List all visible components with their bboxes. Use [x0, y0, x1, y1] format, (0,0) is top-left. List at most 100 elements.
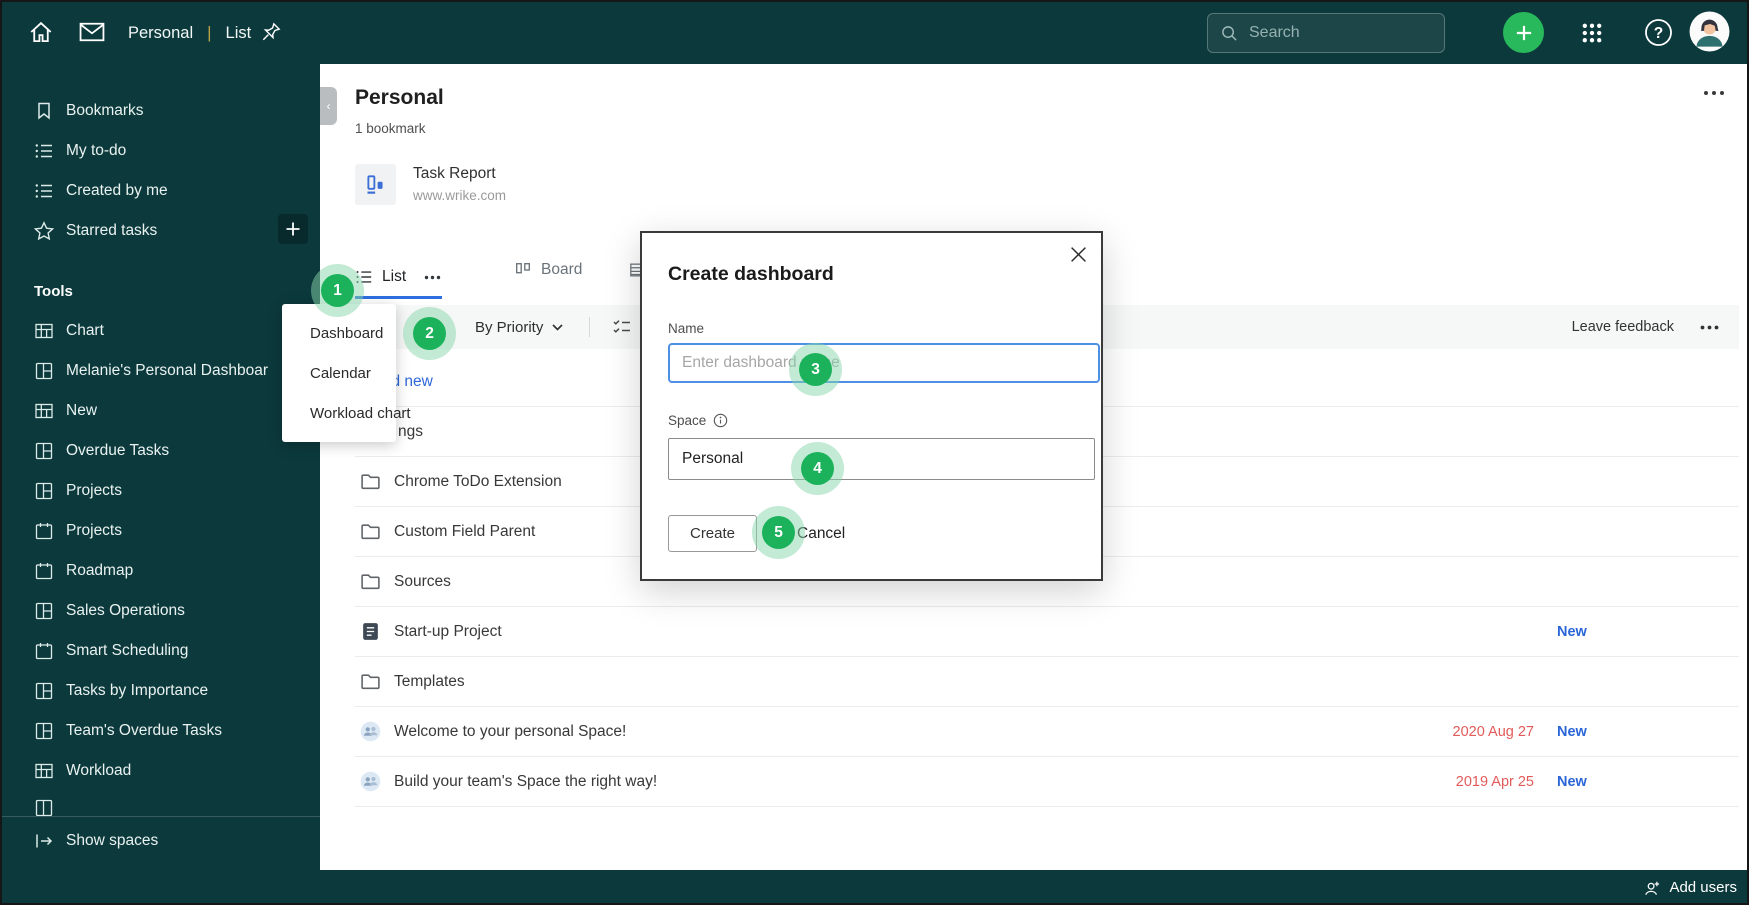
tab-board[interactable]: Board: [514, 261, 582, 279]
dashboard-name-input[interactable]: [668, 343, 1100, 383]
sidebar-item-bookmarks[interactable]: Bookmarks: [2, 91, 320, 131]
sidebar-item-roadmap[interactable]: Roadmap: [2, 551, 320, 591]
sidebar-item-label: Starred tasks: [66, 222, 158, 239]
tab-options-icon[interactable]: [424, 275, 441, 280]
search-input[interactable]: Search: [1207, 13, 1445, 53]
leave-feedback-link[interactable]: Leave feedback: [1572, 319, 1674, 335]
show-spaces-button[interactable]: Show spaces: [2, 821, 320, 861]
sidebar-item-sales-operations[interactable]: Sales Operations: [2, 591, 320, 631]
sidebar-item-chart[interactable]: Chart: [2, 311, 320, 351]
sidebar-item-projects-calendar[interactable]: Projects: [2, 511, 320, 551]
list-item[interactable]: Welcome to your personal Space! 2020 Aug…: [355, 707, 1739, 757]
tools-section-header: Tools: [34, 282, 73, 300]
pin-icon[interactable]: [260, 21, 282, 43]
breadcrumb-view[interactable]: List: [226, 24, 252, 43]
sidebar-item-created-by-me[interactable]: Created by me: [2, 171, 320, 211]
todo-list-icon: [34, 181, 54, 201]
page-title: Personal: [355, 86, 444, 109]
sidebar-item-partially-hidden[interactable]: [2, 791, 320, 816]
breadcrumb: Personal | List: [128, 2, 251, 64]
sidebar-item-label: Sales Operations: [66, 602, 185, 619]
list-item[interactable]: Build your team's Space the right way! 2…: [355, 757, 1739, 807]
sidebar-item-label: Chart: [66, 322, 104, 339]
sidebar-item-label: Projects: [66, 482, 122, 499]
space-select[interactable]: Personal: [668, 438, 1095, 480]
sidebar-item-my-todo[interactable]: My to-do: [2, 131, 320, 171]
bookmark-count: 1 bookmark: [355, 121, 426, 136]
tab-list[interactable]: List: [355, 268, 441, 286]
toolbar-right: Leave feedback: [1572, 319, 1739, 335]
collapse-sidebar-tab[interactable]: ‹: [320, 87, 337, 125]
name-field-label: Name: [668, 321, 705, 336]
inbox-icon[interactable]: [78, 20, 106, 44]
sidebar: Bookmarks My to-do Created by me Starred…: [2, 64, 320, 861]
annotation-badge-3: 3: [799, 353, 832, 386]
sidebar-item-projects-dashboard[interactable]: Projects: [2, 471, 320, 511]
sort-by-dropdown[interactable]: By Priority: [475, 319, 563, 336]
home-icon[interactable]: [28, 19, 54, 45]
create-button[interactable]: Create: [668, 515, 757, 552]
list-item[interactable]: Start-up Project New: [355, 607, 1739, 657]
sidebar-item-label: Team's Overdue Tasks: [66, 722, 223, 739]
dropdown-item-calendar[interactable]: Calendar: [282, 354, 396, 394]
sidebar-item-label: Created by me: [66, 182, 168, 199]
sidebar-item-workload[interactable]: Workload: [2, 751, 320, 791]
sidebar-item-new[interactable]: New: [2, 391, 320, 431]
dashboard-icon: [34, 681, 54, 701]
sidebar-item-starred-tasks[interactable]: Starred tasks: [2, 211, 320, 251]
help-icon[interactable]: ?: [1643, 17, 1674, 48]
add-tool-button[interactable]: [278, 214, 308, 244]
user-avatar[interactable]: [1689, 11, 1730, 52]
list-item-label: Sources: [394, 572, 451, 590]
add-users-label: Add users: [1669, 879, 1737, 896]
board-view-icon: [514, 261, 532, 279]
report-icon: [355, 164, 396, 205]
modal-actions: Create Cancel: [668, 515, 845, 552]
dropdown-item-dashboard[interactable]: Dashboard: [282, 314, 396, 354]
list-item[interactable]: Templates: [355, 657, 1739, 707]
workload-icon: [34, 761, 54, 781]
sidebar-item-label: Overdue Tasks: [66, 442, 170, 459]
bookmark-url: www.wrike.com: [413, 188, 507, 203]
breadcrumb-space[interactable]: Personal: [128, 24, 193, 43]
list-item-label: Chrome ToDo Extension: [394, 472, 562, 490]
annotation-badge-4: 4: [801, 452, 834, 485]
sidebar-divider: [2, 816, 320, 817]
page-menu-icon[interactable]: [1703, 90, 1725, 96]
sidebar-item-overdue-tasks[interactable]: Overdue Tasks: [2, 431, 320, 471]
sidebar-item-smart-scheduling[interactable]: Smart Scheduling: [2, 631, 320, 671]
list-item-label: Welcome to your personal Space!: [394, 722, 627, 740]
dashboard-icon: [34, 481, 54, 501]
modal-title: Create dashboard: [668, 263, 834, 285]
toolbar-menu-icon[interactable]: [1700, 325, 1719, 330]
info-icon: [713, 413, 728, 428]
view-tabs: List Board Ta: [355, 261, 672, 293]
add-users-button[interactable]: Add users: [1642, 879, 1737, 896]
sidebar-item-label: Roadmap: [66, 562, 134, 579]
project-notes-icon: [360, 621, 381, 642]
folder-icon: [360, 521, 381, 542]
search-placeholder: Search: [1249, 24, 1300, 41]
svg-text:?: ?: [1654, 25, 1663, 42]
sidebar-item-teams-overdue-tasks[interactable]: Team's Overdue Tasks: [2, 711, 320, 751]
apps-grid-icon[interactable]: [1580, 21, 1604, 45]
sidebar-item-label: Melanie's Personal Dashboar: [66, 362, 268, 379]
quick-add-button[interactable]: [1503, 12, 1544, 53]
sort-by-label: By Priority: [475, 318, 544, 336]
dropdown-item-workload-chart[interactable]: Workload chart: [282, 394, 411, 434]
list-item-label: Start-up Project: [394, 622, 502, 640]
tab-board-label: Board: [541, 261, 583, 278]
workload-icon: [34, 321, 54, 341]
close-icon[interactable]: [1070, 246, 1087, 263]
bookmark-card[interactable]: Task Report www.wrike.com: [355, 164, 506, 205]
sidebar-item-tasks-by-importance[interactable]: Tasks by Importance: [2, 671, 320, 711]
dashboard-icon: [34, 441, 54, 461]
list-view-icon: [355, 268, 373, 286]
folder-icon: [360, 571, 381, 592]
todo-list-icon: [34, 141, 54, 161]
new-badge: New: [1557, 773, 1587, 790]
sidebar-item-label: My to-do: [66, 142, 127, 159]
sidebar-item-melanies-dashboard[interactable]: Melanie's Personal Dashboar: [2, 351, 320, 391]
subtasks-filter-icon[interactable]: [612, 317, 632, 337]
cancel-button[interactable]: Cancel: [797, 525, 845, 543]
